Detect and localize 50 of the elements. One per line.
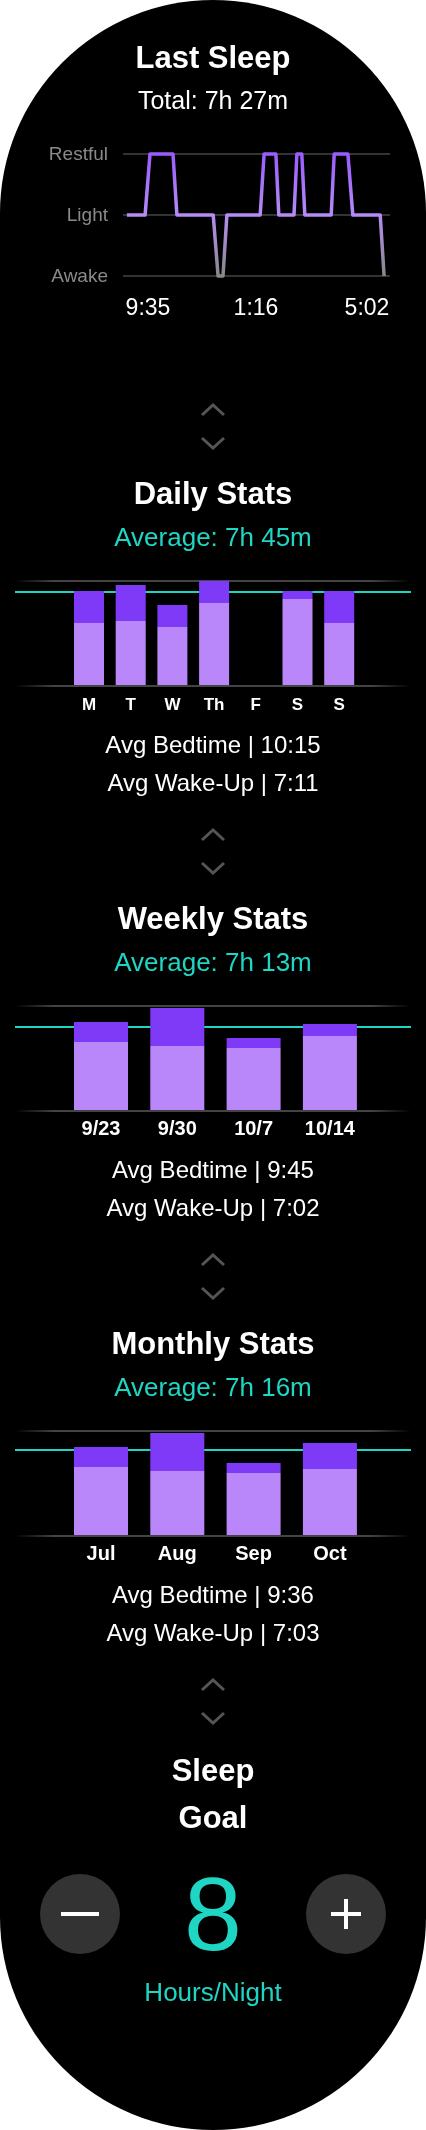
bar-label: Oct bbox=[313, 1542, 347, 1564]
bedtime-text: Avg Bedtime | 9:36 bbox=[112, 1580, 314, 1610]
bar-label: 9/23 bbox=[81, 1117, 121, 1139]
bar-label: Th bbox=[203, 695, 225, 714]
average-text: Average: 7h 45m bbox=[114, 522, 312, 552]
chevron-down-icon[interactable] bbox=[200, 436, 226, 450]
bar-label: Jul bbox=[86, 1542, 116, 1564]
bar-label: M bbox=[81, 695, 97, 714]
goal-value: 8 bbox=[183, 1859, 243, 1969]
wakeup-text: Avg Wake-Up | 7:11 bbox=[107, 768, 319, 798]
chevron-up-icon[interactable] bbox=[200, 403, 226, 417]
bar-label: Sep bbox=[235, 1542, 272, 1564]
bar-label: S bbox=[333, 695, 345, 714]
chevron-up-icon[interactable] bbox=[200, 1678, 226, 1692]
section-title: Monthly Stats bbox=[111, 1326, 315, 1362]
axis-label: Awake bbox=[51, 265, 108, 286]
bar-label: 9/30 bbox=[157, 1117, 197, 1139]
total-text: Total: 7h 27m bbox=[137, 85, 289, 115]
chevron-down-icon[interactable] bbox=[200, 861, 226, 875]
sleep-bar bbox=[226, 1463, 281, 1535]
bedtime-text: Avg Bedtime | 9:45 bbox=[112, 1155, 314, 1185]
chevron-down-icon[interactable] bbox=[200, 1711, 226, 1725]
section-title: Sleep Goal bbox=[170, 1752, 256, 1837]
bedtime-text: Avg Bedtime | 10:15 bbox=[105, 730, 321, 760]
time-label: 9:35 bbox=[125, 294, 171, 320]
bar-label: 10/7 bbox=[234, 1117, 274, 1139]
wakeup-text: Avg Wake-Up | 7:02 bbox=[106, 1193, 320, 1223]
bar-label: 10/14 bbox=[304, 1117, 355, 1139]
bar-label: S bbox=[291, 695, 304, 714]
wakeup-text: Avg Wake-Up | 7:03 bbox=[106, 1618, 320, 1648]
time-label: 1:16 bbox=[233, 294, 279, 320]
bar-label: W bbox=[164, 695, 181, 714]
chevron-up-icon[interactable] bbox=[200, 1253, 226, 1267]
unit-label: Hours/Night bbox=[144, 1977, 282, 2007]
bar-label: F bbox=[250, 695, 261, 714]
bar-label: T bbox=[125, 695, 136, 714]
plus-icon bbox=[331, 1899, 361, 1929]
time-label: 5:02 bbox=[344, 294, 390, 320]
chevron-down-icon[interactable] bbox=[200, 1286, 226, 1300]
axis-label: Light bbox=[66, 204, 108, 225]
sleep-bar bbox=[226, 1038, 281, 1110]
average-text: Average: 7h 13m bbox=[114, 947, 312, 977]
bar-label: Aug bbox=[157, 1542, 197, 1564]
section-title: Daily Stats bbox=[133, 476, 293, 512]
chevron-up-icon[interactable] bbox=[200, 828, 226, 842]
average-text: Average: 7h 16m bbox=[114, 1372, 312, 1402]
minus-icon bbox=[61, 1911, 99, 1917]
section-title: Last Sleep bbox=[135, 40, 291, 76]
section-title: Weekly Stats bbox=[117, 901, 309, 937]
axis-label: Restful bbox=[48, 143, 108, 164]
